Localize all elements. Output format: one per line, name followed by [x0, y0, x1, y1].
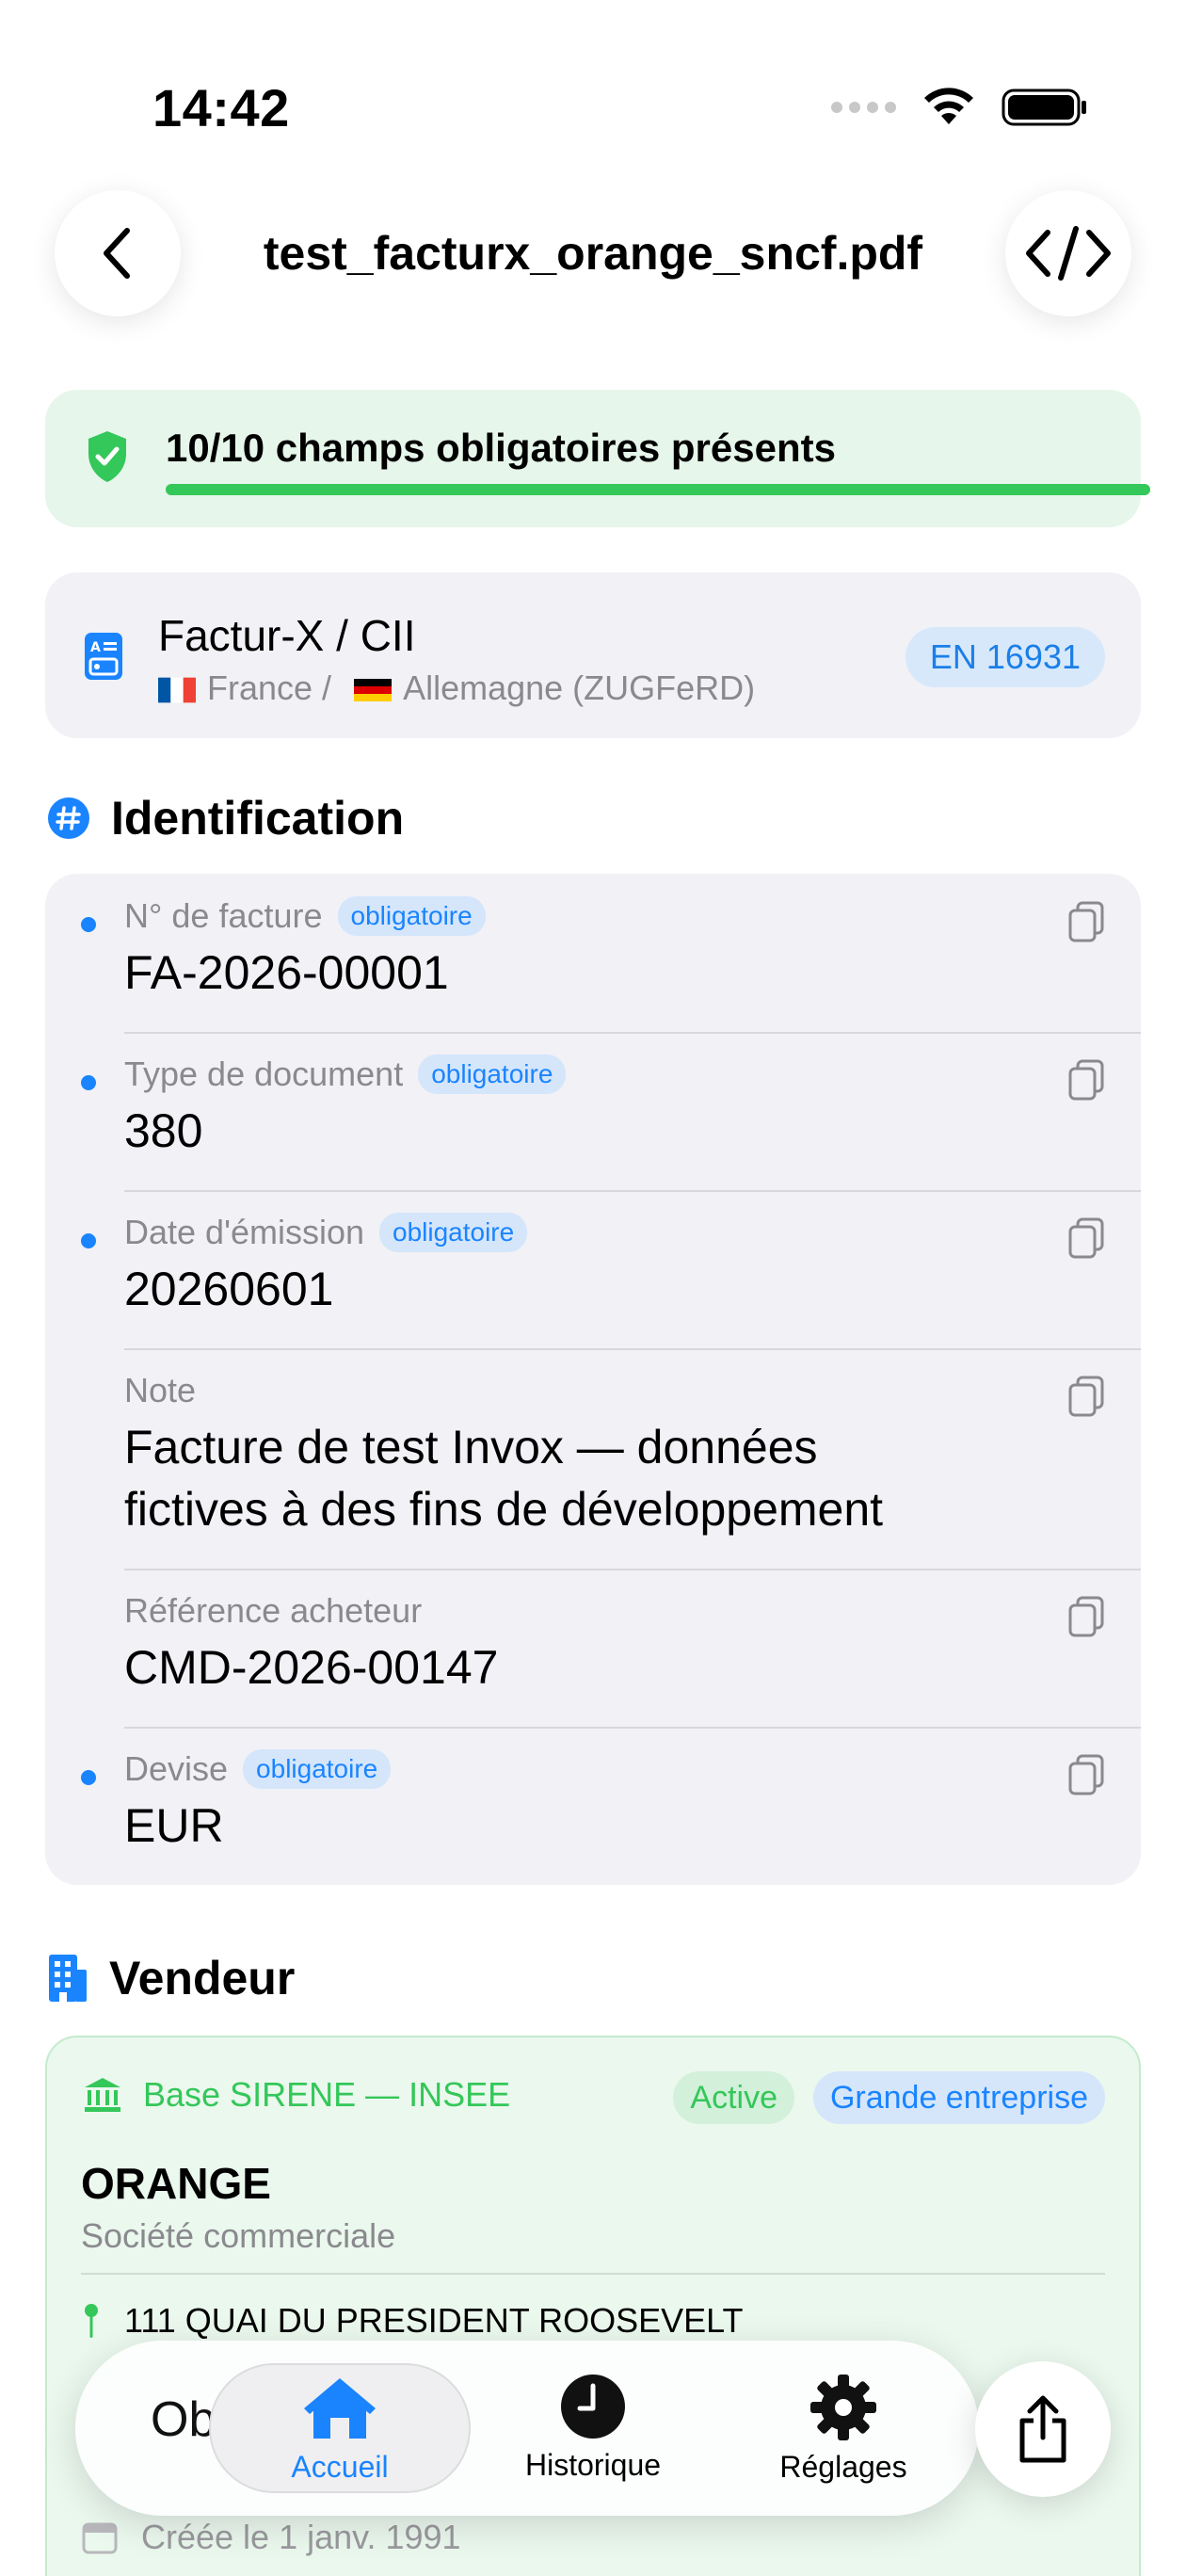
- identification-heading: Identification: [47, 791, 404, 845]
- note-line-1: Facture de test Invox — données: [124, 1421, 818, 1473]
- tab-home[interactable]: Accueil: [209, 2363, 471, 2493]
- vendor-kind: Société commerciale: [81, 2216, 396, 2255]
- standard-badge: EN 16931: [905, 627, 1105, 687]
- required-dot: [81, 1233, 96, 1248]
- format-card: A Factur-X / CII France / Allemagne (ZUG…: [45, 572, 1141, 738]
- tab-label: Réglages: [779, 2450, 907, 2484]
- tab-label: Historique: [524, 2448, 662, 2482]
- field-row-currency: Devise obligatoire EUR: [45, 1727, 1141, 1885]
- share-button[interactable]: [975, 2361, 1111, 2497]
- wifi-icon: [924, 88, 973, 124]
- required-chip: obligatoire: [418, 1055, 567, 1094]
- tabbar-underlay-text: Ob: [151, 2392, 216, 2447]
- field-row-document-type: Type de document obligatoire 380: [45, 1032, 1141, 1190]
- document-format-icon: A: [85, 633, 122, 680]
- field-label: Devise: [124, 1749, 229, 1788]
- tab-settings[interactable]: Réglages: [721, 2363, 966, 2493]
- battery-icon: [1002, 89, 1086, 126]
- company-size-badge: Grande entreprise: [812, 2071, 1105, 2124]
- vendor-title: Vendeur: [109, 1952, 296, 2004]
- copy-icon[interactable]: [1067, 1058, 1105, 1102]
- status-icons: [831, 87, 1088, 128]
- field-row-invoice-number: N° de facture obligatoire FA-2026-00001: [45, 874, 1141, 1032]
- required-dot: [81, 917, 96, 932]
- building-icon: [49, 1955, 87, 2002]
- share-icon: [1019, 2395, 1066, 2463]
- field-label: Référence acheteur: [124, 1591, 423, 1630]
- vendor-heading: Vendeur: [47, 1951, 295, 2005]
- copy-icon[interactable]: [1067, 900, 1105, 943]
- required-dot: [81, 1770, 96, 1785]
- signal-dots-icon: [831, 102, 896, 113]
- field-label: Date d'émission: [124, 1213, 364, 1251]
- tab-history[interactable]: Historique: [471, 2363, 715, 2493]
- field-value: FA-2026-00001: [124, 946, 449, 999]
- status-time: 14:42: [152, 78, 290, 137]
- location-pin-icon: [85, 2304, 98, 2338]
- svg-text:A: A: [90, 640, 101, 655]
- vendor-source: Base SIRENE — INSEE: [83, 2075, 510, 2115]
- format-title: Factur-X / CII: [158, 611, 416, 660]
- calendar-icon: [82, 2522, 118, 2554]
- format-subtitle: France / Allemagne (ZUGFeRD): [158, 668, 755, 708]
- identification-card: N° de facture obligatoire FA-2026-00001 …: [45, 874, 1141, 1885]
- vendor-address: 111 QUAI DU PRESIDENT ROOSEVELT: [81, 2301, 744, 2341]
- identification-title: Identification: [111, 792, 405, 845]
- format-country-b: Allemagne (ZUGFeRD): [403, 668, 756, 707]
- required-chip: obligatoire: [243, 1749, 392, 1789]
- hashtag-icon: [48, 797, 89, 839]
- tab-bar: Ob Accueil Historique Réglages: [75, 2341, 979, 2516]
- vendor-created-text: Créée le 1 janv. 1991: [141, 2518, 461, 2556]
- field-row-note: Note Facture de test Invox — données fic…: [45, 1348, 1141, 1569]
- required-dot: [81, 1075, 96, 1090]
- field-label: Type de document: [124, 1055, 404, 1093]
- note-line-2: fictives à des fins de développement: [124, 1483, 884, 1536]
- copy-icon[interactable]: [1067, 1216, 1105, 1260]
- field-value: EUR: [124, 1799, 224, 1852]
- field-label: N° de facture: [124, 896, 323, 935]
- format-country-a: France /: [207, 668, 332, 707]
- vendor-name: ORANGE: [81, 2159, 271, 2208]
- flag-germany-icon: [354, 679, 393, 701]
- field-value: 20260601: [124, 1263, 334, 1315]
- tab-label: Accueil: [291, 2450, 389, 2484]
- validation-text: 10/10 champs obligatoires présents: [166, 426, 836, 470]
- copy-icon[interactable]: [1067, 1375, 1105, 1418]
- required-chip: obligatoire: [337, 896, 486, 936]
- code-icon: [1026, 226, 1111, 281]
- gear-icon: [810, 2375, 876, 2440]
- field-value: Facture de test Invox — données fictives…: [124, 1416, 883, 1540]
- vendor-created: Créée le 1 janv. 1991: [81, 2518, 461, 2557]
- vendor-address-text: 111 QUAI DU PRESIDENT ROOSEVELT: [124, 2301, 744, 2340]
- bank-icon: [85, 2078, 120, 2112]
- vendor-divider: [81, 2273, 1105, 2275]
- status-badge: Active: [673, 2071, 794, 2124]
- field-row-issue-date: Date d'émission obligatoire 20260601: [45, 1190, 1141, 1348]
- field-value: CMD-2026-00147: [124, 1641, 499, 1694]
- copy-icon[interactable]: [1067, 1753, 1105, 1796]
- flag-france-icon: [158, 677, 196, 703]
- view-source-button[interactable]: [1005, 190, 1131, 316]
- field-label: Note: [124, 1371, 197, 1409]
- vendor-source-label: Base SIRENE — INSEE: [143, 2075, 511, 2114]
- validation-banner: 10/10 champs obligatoires présents: [45, 390, 1150, 527]
- validation-progress-bar: [166, 484, 1150, 495]
- field-value: 380: [124, 1104, 203, 1157]
- required-chip: obligatoire: [379, 1213, 528, 1252]
- field-row-buyer-reference: Référence acheteur CMD-2026-00147: [45, 1569, 1141, 1727]
- clock-icon: [561, 2375, 625, 2439]
- house-icon: [304, 2378, 376, 2439]
- shield-check-icon: [88, 431, 126, 482]
- copy-icon[interactable]: [1067, 1595, 1105, 1638]
